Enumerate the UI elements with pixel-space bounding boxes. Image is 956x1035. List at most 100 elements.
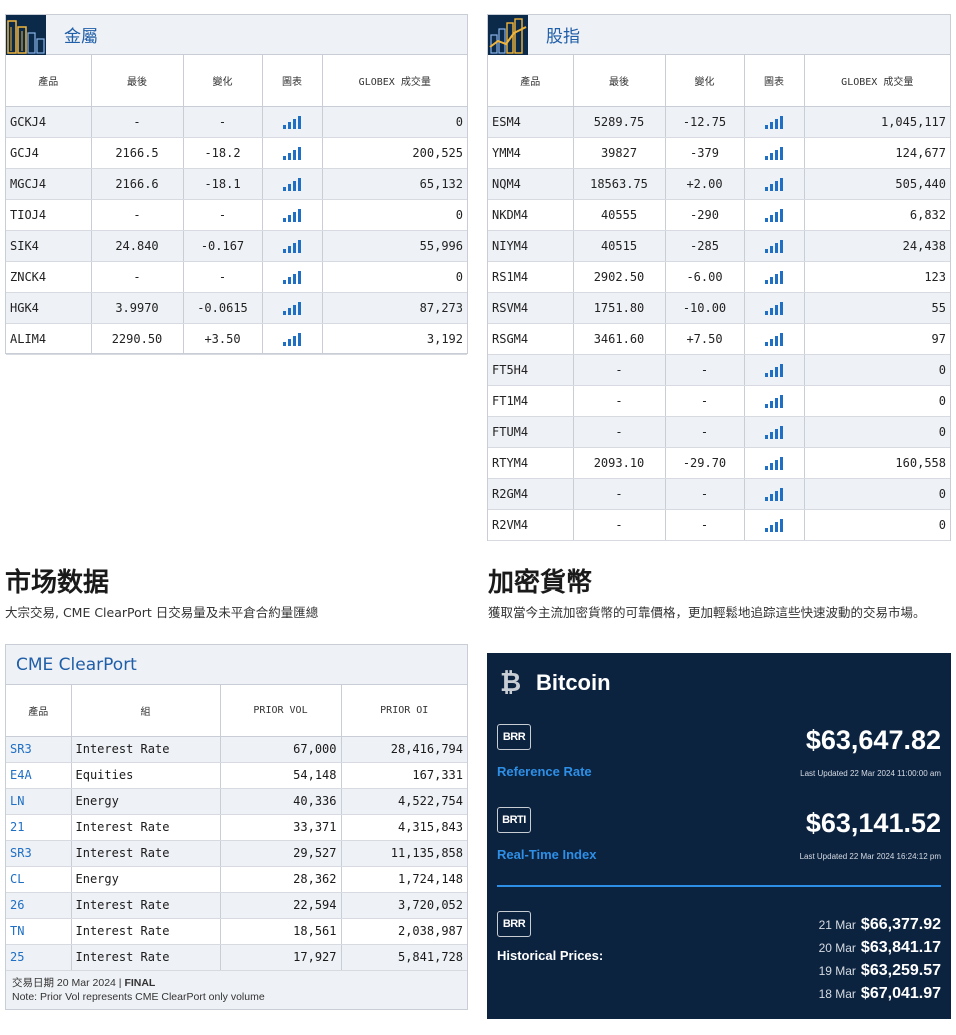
bar-chart-icon[interactable] [765,425,783,439]
bar-chart-icon[interactable] [283,270,301,284]
symbol-link[interactable]: RSVM4 [488,292,574,324]
last-price: - [573,478,666,510]
symbol-link[interactable]: NIYM4 [488,230,574,262]
symbol-link[interactable]: FT1M4 [488,385,574,417]
column-header-change[interactable]: 變化 [183,55,263,107]
symbol-link[interactable]: RTYM4 [488,447,574,479]
symbol-link[interactable]: ESM4 [488,106,574,138]
bar-chart-icon[interactable] [283,332,301,346]
chart-cell[interactable] [744,416,805,448]
symbol-link[interactable]: MGCJ4 [6,168,92,200]
metals-row: GCJ4 2166.5 -18.2 200,525 [6,137,467,169]
column-header-product[interactable]: 產品 [488,55,574,107]
bar-chart-icon[interactable] [765,115,783,129]
column-header-prior-vol[interactable]: PRIOR VOL [220,685,342,737]
chart-cell[interactable] [262,323,323,355]
bar-chart-icon[interactable] [283,301,301,315]
product-link[interactable]: E4A [6,762,72,789]
bar-chart-icon[interactable] [765,301,783,315]
chart-cell[interactable] [744,137,805,169]
product-link[interactable]: TN [6,918,72,945]
bar-chart-icon[interactable] [765,332,783,346]
clearport-row: LN Energy 40,336 4,522,754 [6,788,467,815]
symbol-link[interactable]: R2VM4 [488,509,574,541]
symbol-link[interactable]: YMM4 [488,137,574,169]
real-time-index-link[interactable]: Real-Time Index [497,847,596,862]
chart-cell[interactable] [744,106,805,138]
chart-cell[interactable] [262,230,323,262]
reference-rate-link[interactable]: Reference Rate [497,764,592,779]
reference-rate-price: $63,647.82 [805,725,941,755]
chart-cell[interactable] [262,168,323,200]
symbol-link[interactable]: TIOJ4 [6,199,92,231]
column-header-volume[interactable]: GLOBEX 成交量 [322,55,467,107]
product-link[interactable]: CL [6,866,72,893]
bar-chart-icon[interactable] [765,146,783,160]
column-header-chart: 圖表 [744,55,805,107]
chart-cell[interactable] [262,261,323,293]
symbol-link[interactable]: NKDM4 [488,199,574,231]
product-link[interactable]: 21 [6,814,72,841]
chart-cell[interactable] [744,199,805,231]
column-header-change[interactable]: 變化 [665,55,745,107]
symbol-link[interactable]: ALIM4 [6,323,92,355]
chart-cell[interactable] [262,137,323,169]
chart-cell[interactable] [744,230,805,262]
symbol-link[interactable]: NQM4 [488,168,574,200]
bar-chart-icon[interactable] [283,208,301,222]
product-link[interactable]: 26 [6,892,72,919]
column-header-last[interactable]: 最後 [91,55,184,107]
symbol-link[interactable]: RS1M4 [488,261,574,293]
chart-cell[interactable] [262,106,323,138]
column-header-prior-oi[interactable]: PRIOR OI [341,685,467,737]
bar-chart-icon[interactable] [765,270,783,284]
bar-chart-icon[interactable] [765,394,783,408]
column-header-last[interactable]: 最後 [573,55,666,107]
bar-chart-icon[interactable] [765,363,783,377]
symbol-link[interactable]: ZNCK4 [6,261,92,293]
chart-cell[interactable] [744,447,805,479]
chart-cell[interactable] [262,199,323,231]
chart-cell[interactable] [744,168,805,200]
bar-chart-icon[interactable] [283,146,301,160]
column-header-product[interactable]: 產品 [6,685,72,737]
chart-cell[interactable] [262,292,323,324]
chart-cell[interactable] [744,292,805,324]
symbol-link[interactable]: FT5H4 [488,354,574,386]
last-price: - [573,416,666,448]
bar-chart-icon[interactable] [765,239,783,253]
bar-chart-icon[interactable] [765,177,783,191]
symbol-link[interactable]: GCKJ4 [6,106,92,138]
price-change: - [665,416,745,448]
bar-chart-icon[interactable] [765,518,783,532]
last-price: 3461.60 [573,323,666,355]
product-link[interactable]: LN [6,788,72,815]
product-link[interactable]: SR3 [6,840,72,867]
product-group: Interest Rate [71,840,221,867]
bar-chart-icon[interactable] [765,208,783,222]
product-link[interactable]: SR3 [6,736,72,763]
column-header-volume[interactable]: GLOBEX 成交量 [804,55,950,107]
column-header-group[interactable]: 組 [71,685,221,737]
column-header-product[interactable]: 產品 [6,55,92,107]
symbol-link[interactable]: R2GM4 [488,478,574,510]
symbol-link[interactable]: GCJ4 [6,137,92,169]
chart-cell[interactable] [744,323,805,355]
chart-cell[interactable] [744,261,805,293]
bar-chart-icon[interactable] [283,115,301,129]
symbol-link[interactable]: HGK4 [6,292,92,324]
bar-chart-icon[interactable] [765,456,783,470]
chart-cell[interactable] [744,478,805,510]
bar-chart-icon[interactable] [283,239,301,253]
product-link[interactable]: 25 [6,944,72,971]
chart-cell[interactable] [744,385,805,417]
symbol-link[interactable]: RSGM4 [488,323,574,355]
bar-chart-icon[interactable] [283,177,301,191]
symbol-link[interactable]: FTUM4 [488,416,574,448]
bar-chart-icon[interactable] [765,487,783,501]
indices-row: YMM4 39827 -379 124,677 [488,137,950,169]
chart-cell[interactable] [744,354,805,386]
product-group: Interest Rate [71,944,221,971]
chart-cell[interactable] [744,509,805,541]
symbol-link[interactable]: SIK4 [6,230,92,262]
